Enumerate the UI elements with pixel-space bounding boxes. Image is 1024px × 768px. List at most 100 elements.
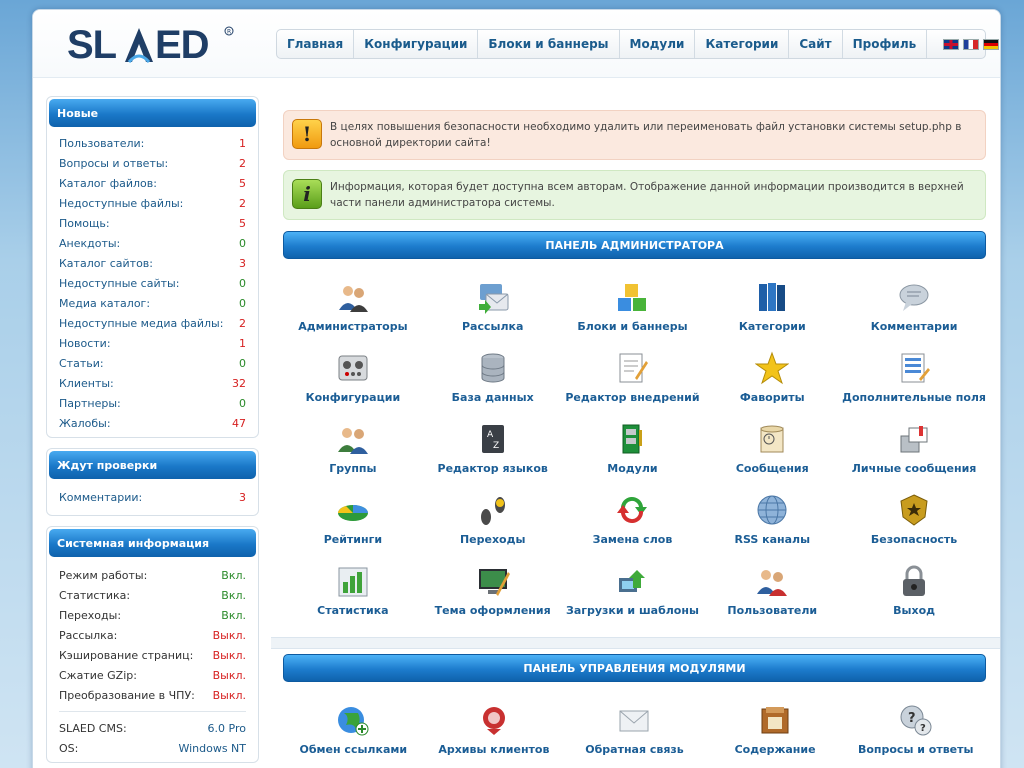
sidebar-row: Пользователи: 1 <box>47 133 258 153</box>
messages-icon <box>755 422 789 456</box>
sidebar-row-label[interactable]: Комментарии: <box>59 491 142 504</box>
sidebar-row-label[interactable]: Каталог файлов: <box>59 177 157 190</box>
tile-content[interactable]: Содержание <box>705 690 846 761</box>
sidebar-row-value: 1 <box>239 136 246 150</box>
sidebar-row-label[interactable]: Медиа каталог: <box>59 297 150 310</box>
sidebar-row-label[interactable]: Вопросы и ответы: <box>59 157 168 170</box>
sidebar-row-value: Выкл. <box>212 688 246 702</box>
tile-uploads[interactable]: Загрузки и шаблоны <box>563 551 703 622</box>
modules-icon <box>615 422 649 456</box>
sidebar-row: Рассылка: Выкл. <box>47 625 258 645</box>
sidebar-row-label[interactable]: Клиенты: <box>59 377 114 390</box>
sysinfo-extra: SLAED CMS: 6.0 Pro OS: Windows NT <box>47 718 258 758</box>
tile-blocks[interactable]: Блоки и баннеры <box>563 267 703 338</box>
tile-rss[interactable]: RSS каналы <box>702 480 842 551</box>
sidebar-row-value: Выкл. <box>212 668 246 682</box>
tile-label: Категории <box>738 320 806 333</box>
tile-modules[interactable]: Модули <box>563 409 703 480</box>
tile-config[interactable]: Конфигурации <box>283 338 423 409</box>
sidebar-row: Анекдоты: 0 <box>47 233 258 253</box>
tile-fields[interactable]: Дополнительные поля <box>842 338 986 409</box>
nav-item-0[interactable]: Главная <box>277 30 355 58</box>
tile-groups[interactable]: Группы <box>283 409 423 480</box>
feedback-icon <box>617 703 651 737</box>
tile-users[interactable]: Пользователи <box>702 551 842 622</box>
tile-private-messages[interactable]: Личные сообщения <box>842 409 986 480</box>
tile-database[interactable]: База данных <box>423 338 563 409</box>
rss-icon <box>755 493 789 527</box>
warning-text: В целях повышения безопасности необходим… <box>330 121 962 149</box>
tile-comments[interactable]: Комментарии <box>842 267 986 338</box>
tile-links-exchange[interactable]: Обмен ссылками <box>283 690 424 761</box>
main-content: ! В целях повышения безопасности необход… <box>283 110 986 622</box>
tile-editor[interactable]: Редактор внедрений <box>563 338 703 409</box>
nav-item-1[interactable]: Конфигурации <box>354 30 479 58</box>
tile-admins[interactable]: Администраторы <box>283 267 423 338</box>
sidebar-row-label[interactable]: Каталог сайтов: <box>59 257 153 270</box>
sidebar-row-label[interactable]: Жалобы: <box>59 417 111 430</box>
pending-list: Комментарии: 3 <box>47 481 258 511</box>
tile-label: База данных <box>451 391 534 404</box>
sidebar-row: Статистика: Вкл. <box>47 585 258 605</box>
ratings-icon <box>336 493 370 527</box>
sidebar-row-label[interactable]: Недоступные сайты: <box>59 277 179 290</box>
tile-language[interactable]: A Z Редактор языков <box>423 409 563 480</box>
sidebar-row-value: 2 <box>239 316 246 330</box>
tile-label: Загрузки и шаблоны <box>566 604 699 617</box>
tile-referrals[interactable]: Переходы <box>423 480 563 551</box>
replace-icon <box>615 493 649 527</box>
sidebar-row-label[interactable]: Помощь: <box>59 217 110 230</box>
divider <box>59 711 246 712</box>
tile-mailing[interactable]: Рассылка <box>423 267 563 338</box>
flag-de-icon[interactable] <box>983 38 1000 50</box>
flag-en-icon[interactable] <box>943 38 960 50</box>
sysinfo-list: Режим работы: Вкл. Статистика: Вкл. Переходы… <box>47 559 258 705</box>
sidebar-row-label[interactable]: Недоступные файлы: <box>59 197 183 210</box>
nav-item-5[interactable]: Сайт <box>789 30 843 58</box>
tile-label: Группы <box>329 462 377 475</box>
flag-fr-icon[interactable] <box>963 38 980 50</box>
sidebar-row-label[interactable]: Недоступные медиа файлы: <box>59 317 223 330</box>
sidebar-row-label[interactable]: Анекдоты: <box>59 237 120 250</box>
tile-security[interactable]: Безопасность <box>842 480 986 551</box>
tile-ratings[interactable]: Рейтинги <box>283 480 423 551</box>
nav-item-3[interactable]: Модули <box>620 30 696 58</box>
admins-icon <box>336 280 370 314</box>
tile-label: Сообщения <box>735 462 809 475</box>
tile-logout[interactable]: Выход <box>842 551 986 622</box>
svg-text:A: A <box>487 430 494 440</box>
editor-icon <box>615 351 649 385</box>
tile-star[interactable]: Фавориты <box>702 338 842 409</box>
sidebar-row: Недоступные файлы: 2 <box>47 193 258 213</box>
sidebar-row-value: 1 <box>239 336 246 350</box>
sidebar-row-label[interactable]: Новости: <box>59 337 111 350</box>
sidebar-row-value: 5 <box>239 176 246 190</box>
sysinfo-block: Системная информация Режим работы: Вкл. Ст… <box>46 526 259 763</box>
tile-label: Переходы <box>459 533 526 546</box>
sidebar-row-label[interactable]: Партнеры: <box>59 397 121 410</box>
sidebar-row-label[interactable]: Пользователи: <box>59 137 144 150</box>
header: SL ED R Главная Конфигурации Блоки и банне… <box>33 10 1000 78</box>
warning-icon: ! <box>292 119 322 149</box>
nav-item-6[interactable]: Профиль <box>843 30 928 58</box>
tile-feedback[interactable]: Обратная связь <box>564 690 705 761</box>
clients-archive-icon <box>477 703 511 737</box>
tile-categories[interactable]: Категории <box>702 267 842 338</box>
tile-replace[interactable]: Замена слов <box>563 480 703 551</box>
sidebar-row-label: Сжатие GZip: <box>59 668 137 682</box>
tile-statistics[interactable]: Статистика <box>283 551 423 622</box>
sidebar-row-label[interactable]: Статьи: <box>59 357 104 370</box>
new-items-list: Пользователи: 1 Вопросы и ответы: 2 Каталог … <box>47 129 258 433</box>
tile-messages[interactable]: Сообщения <box>702 409 842 480</box>
svg-text:ED: ED <box>155 23 209 67</box>
tile-label: Рассылка <box>461 320 524 333</box>
tile-label: Обратная связь <box>585 743 684 756</box>
tile-faq[interactable]: ?? Вопросы и ответы <box>845 690 986 761</box>
slaed-logo[interactable]: SL ED R <box>67 22 237 68</box>
admin-panel-title: ПАНЕЛЬ АДМИНИСТРАТОРА <box>283 231 986 259</box>
nav-item-2[interactable]: Блоки и баннеры <box>478 30 620 58</box>
nav-item-4[interactable]: Категории <box>695 30 790 58</box>
tile-theme[interactable]: Тема оформления <box>423 551 563 622</box>
tile-clients-archive[interactable]: Архивы клиентов <box>424 690 565 761</box>
modules-panel-grid: Обмен ссылками Архивы клиентов Обратная св… <box>283 690 986 761</box>
